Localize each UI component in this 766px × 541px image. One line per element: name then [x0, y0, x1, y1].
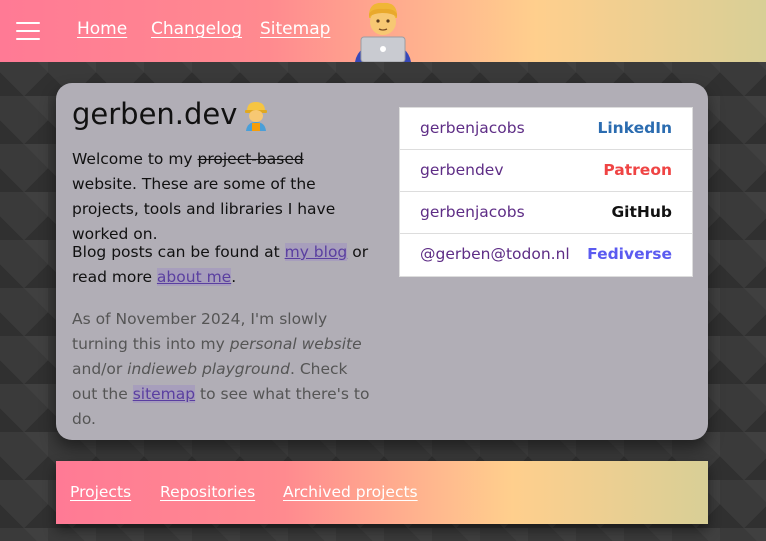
status-em-2: indieweb playground — [127, 360, 290, 378]
top-navbar: Home Changelog Sitemap — [0, 0, 766, 62]
social-handle[interactable]: gerbendev — [420, 150, 504, 191]
social-handle[interactable]: gerbenjacobs — [420, 108, 525, 149]
social-network[interactable]: GitHub — [611, 192, 672, 233]
social-handle[interactable]: @gerben@todon.nl — [420, 234, 570, 275]
social-handle[interactable]: gerbenjacobs — [420, 192, 525, 233]
nav-home-link[interactable]: Home — [77, 19, 127, 39]
my-blog-link[interactable]: my blog — [284, 243, 348, 261]
social-row-patreon[interactable]: gerbendev Patreon — [400, 150, 692, 192]
nav-sitemap-link[interactable]: Sitemap — [260, 19, 330, 39]
struck-text: project-based — [197, 150, 304, 168]
intro-text-2: website. These are some of the projects,… — [72, 175, 336, 243]
social-network[interactable]: Patreon — [603, 150, 672, 191]
about-me-link[interactable]: about me — [156, 268, 232, 286]
social-row-fediverse[interactable]: @gerben@todon.nl Fediverse — [400, 234, 692, 275]
person-with-laptop-icon — [355, 2, 411, 62]
social-network[interactable]: Fediverse — [587, 234, 672, 275]
intro-paragraph: Welcome to my project-based website. The… — [72, 147, 372, 247]
status-paragraph: As of November 2024, I'm slowly turning … — [72, 307, 372, 432]
nav-changelog-link[interactable]: Changelog — [151, 19, 242, 39]
blog-text: Blog posts can be found at — [72, 243, 285, 261]
social-network[interactable]: LinkedIn — [597, 108, 672, 149]
intro-text: Welcome to my — [72, 150, 198, 168]
tab-projects[interactable]: Projects — [70, 483, 131, 501]
tab-archived-projects[interactable]: Archived projects — [283, 483, 418, 501]
status-text-2: and/or — [72, 360, 128, 378]
sitemap-inline-link[interactable]: sitemap — [132, 385, 196, 403]
social-row-linkedin[interactable]: gerbenjacobs LinkedIn — [400, 108, 692, 150]
hamburger-menu-icon[interactable] — [16, 22, 40, 44]
intro-card: gerben.dev Welcome to my project-based w… — [56, 83, 708, 440]
construction-worker-emoji — [245, 102, 267, 131]
blog-text-3: . — [231, 268, 237, 286]
status-em-1: personal website — [229, 335, 362, 353]
blog-paragraph: Blog posts can be found at my blog or re… — [72, 240, 372, 290]
tab-repositories[interactable]: Repositories — [160, 483, 255, 501]
page-title: gerben.dev — [72, 97, 238, 131]
social-row-github[interactable]: gerbenjacobs GitHub — [400, 192, 692, 234]
projects-tab-bar: Projects Repositories Archived projects — [56, 461, 708, 524]
social-links-list: gerbenjacobs LinkedIn gerbendev Patreon … — [399, 107, 693, 277]
